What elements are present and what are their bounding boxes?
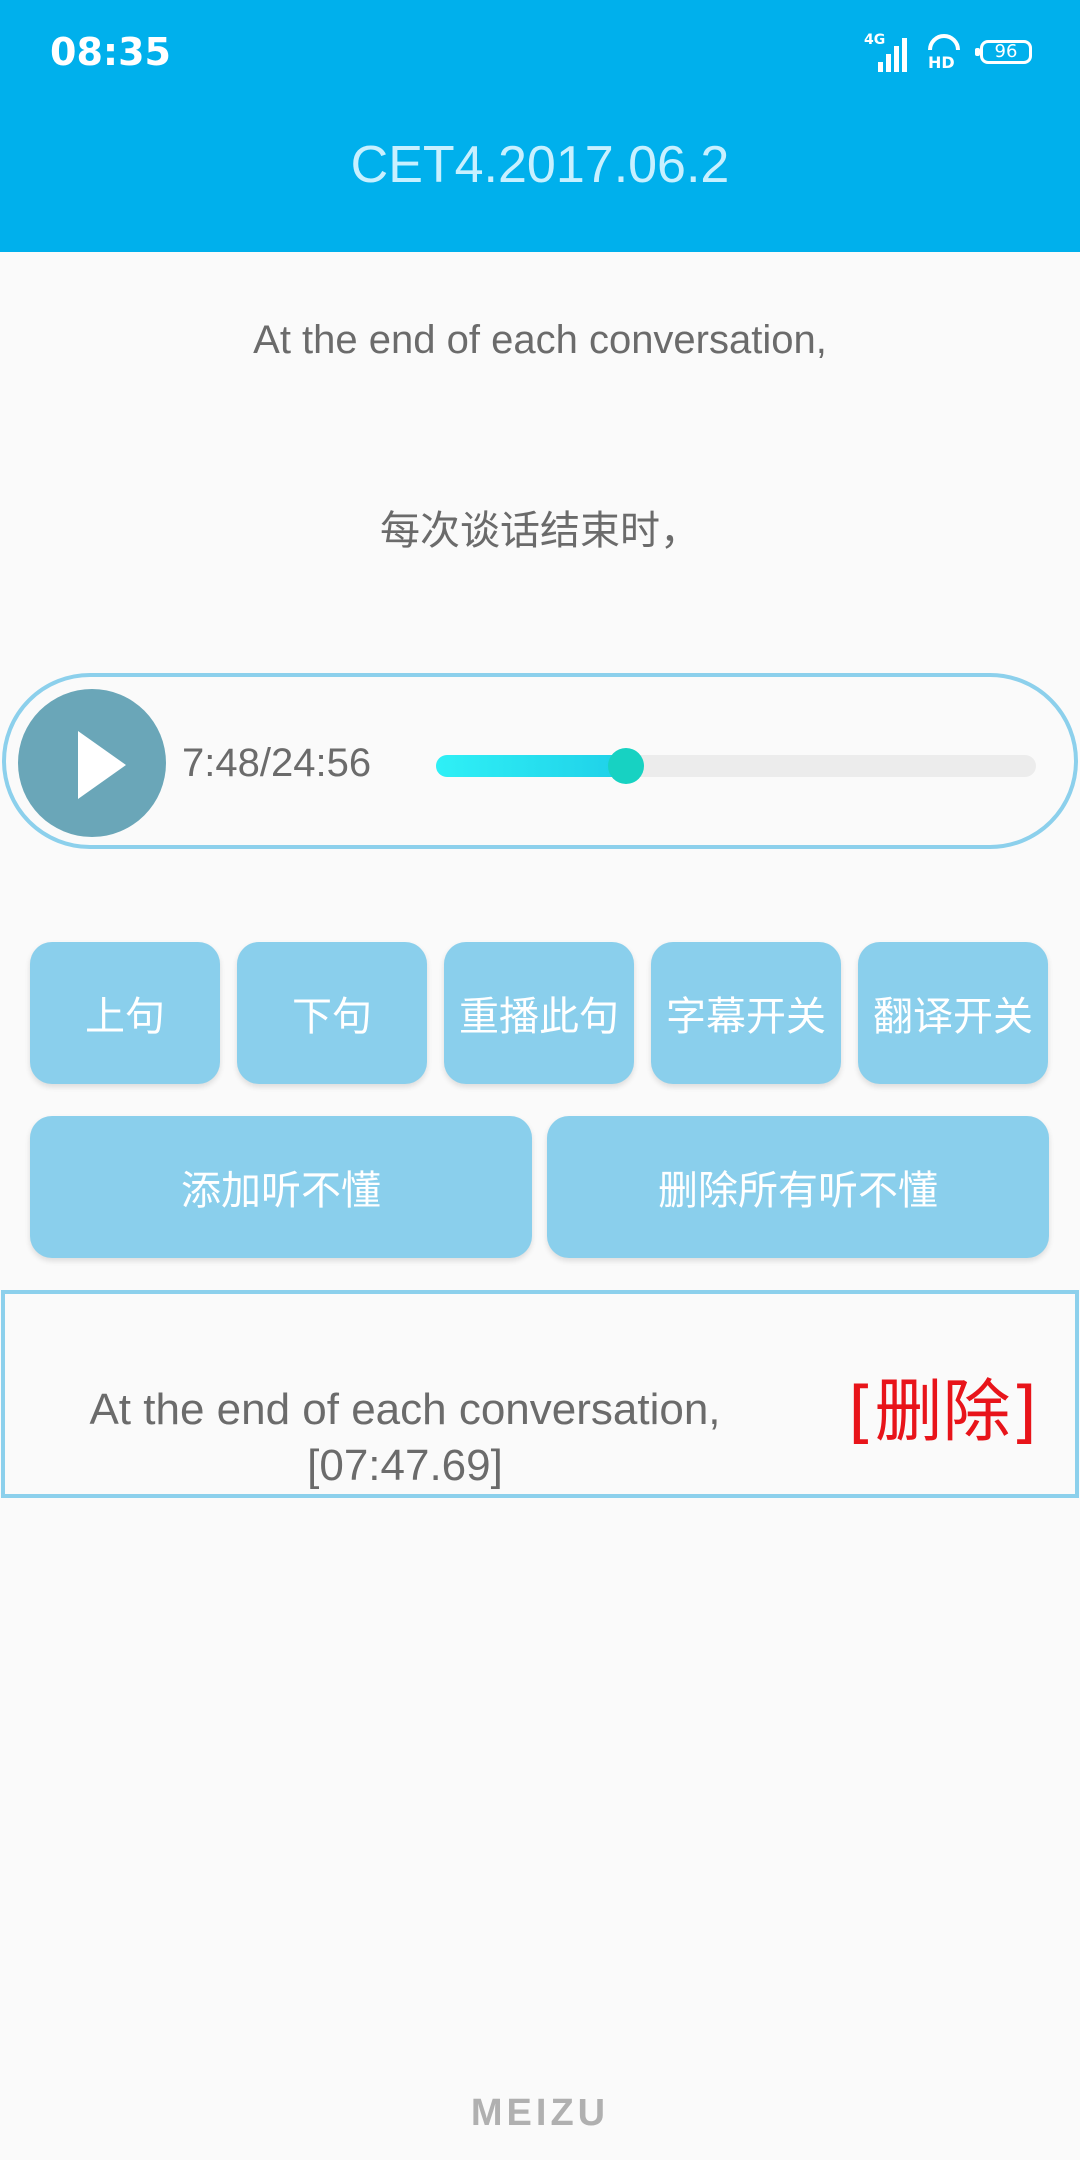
play-button[interactable] [18, 689, 166, 837]
progress-slider[interactable] [436, 748, 1036, 784]
brand-logo: MEIZU [470, 2092, 610, 2134]
battery-level: 96 [994, 41, 1018, 62]
page-title: CET4.2017.06.2 [350, 136, 730, 194]
progress-thumb[interactable] [607, 748, 644, 784]
play-icon [78, 731, 126, 799]
subtitle-chinese: 每次谈话结束时， [380, 508, 700, 554]
status-bar: 08:35 4G HD 96 [0, 0, 1080, 110]
signal-icon: 4G [864, 32, 908, 72]
hd-label: HD [928, 53, 955, 72]
hd-voice-icon: HD [926, 32, 962, 72]
audio-player: 7:48/24:56 [2, 673, 1078, 849]
delete-item-button[interactable]: [删除] [848, 1356, 1037, 1455]
network-type: 4G [864, 32, 886, 48]
app-header: 08:35 4G HD 96 CET4.2017.06.2 [0, 0, 1080, 252]
add-unclear-button[interactable]: 添加听不懂 [30, 1116, 532, 1258]
subtitle-english: At the end of each conversation, [253, 318, 827, 362]
subtitle-toggle-button[interactable]: 字幕开关 [651, 942, 841, 1084]
next-sentence-button[interactable]: 下句 [237, 942, 427, 1084]
status-time: 08:35 [50, 30, 171, 74]
prev-sentence-button[interactable]: 上句 [30, 942, 220, 1084]
replay-sentence-button[interactable]: 重播此句 [444, 942, 634, 1084]
list-item-text: At the end of each conversation, [89, 1385, 721, 1434]
list-item[interactable]: At the end of each conversation, [07:47.… [45, 1382, 765, 1494]
time-display: 7:48/24:56 [182, 741, 372, 785]
delete-all-unclear-button[interactable]: 删除所有听不懂 [547, 1116, 1049, 1258]
unclear-list: At the end of each conversation, [07:47.… [1, 1290, 1079, 1498]
battery-icon: 96 [975, 40, 1032, 64]
list-item-timestamp: [07:47.69] [307, 1441, 503, 1490]
progress-fill [436, 755, 626, 777]
translation-toggle-button[interactable]: 翻译开关 [858, 942, 1048, 1084]
status-icons: 4G HD 96 [864, 32, 1032, 72]
